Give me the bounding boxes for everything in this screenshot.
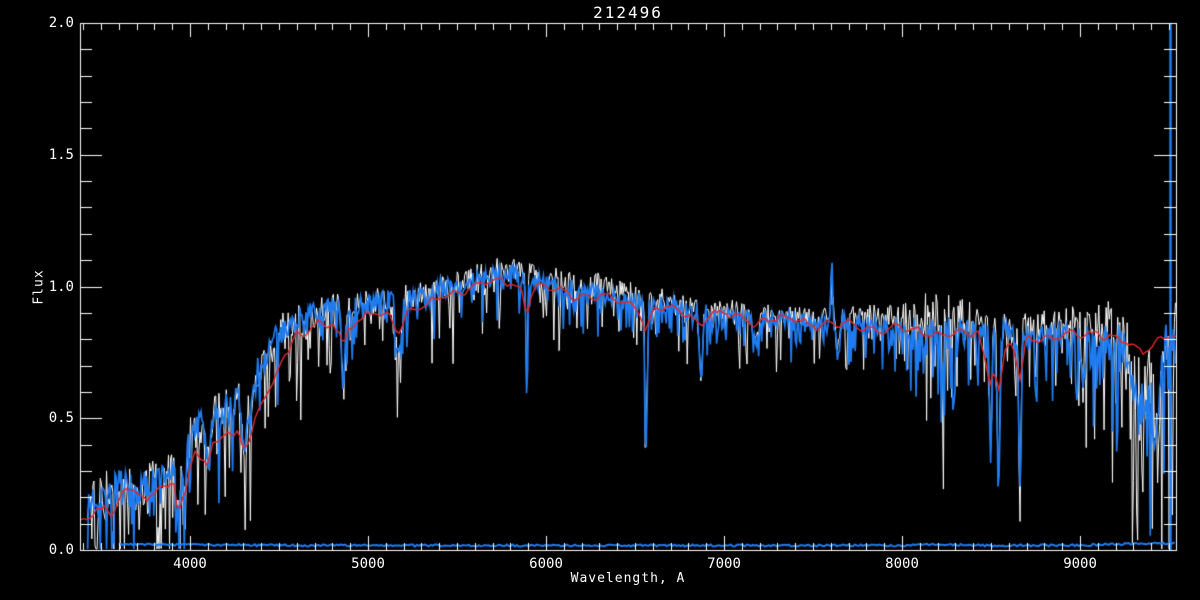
x-tick-label: 7000 bbox=[707, 556, 741, 572]
x-tick-label: 6000 bbox=[529, 556, 563, 572]
plot-title: 212496 bbox=[593, 3, 663, 22]
x-tick-label: 4000 bbox=[173, 556, 207, 572]
x-tick-label: 8000 bbox=[885, 556, 919, 572]
x-tick-label: 9000 bbox=[1063, 556, 1097, 572]
y-tick-label: 0.0 bbox=[48, 542, 74, 558]
spectrum-plot-canvas bbox=[0, 0, 1200, 600]
spectrum-figure: 212496 Flux Wavelength, A 4000 5000 6000 70… bbox=[0, 0, 1200, 600]
y-tick-label: 1.0 bbox=[48, 278, 74, 295]
y-tick-label: 1.5 bbox=[48, 146, 74, 163]
y-tick-label: 0.5 bbox=[48, 410, 74, 427]
y-tick-label: 2.0 bbox=[48, 15, 74, 31]
x-tick-label: 5000 bbox=[351, 556, 385, 572]
x-axis-label: Wavelength, A bbox=[570, 571, 686, 586]
